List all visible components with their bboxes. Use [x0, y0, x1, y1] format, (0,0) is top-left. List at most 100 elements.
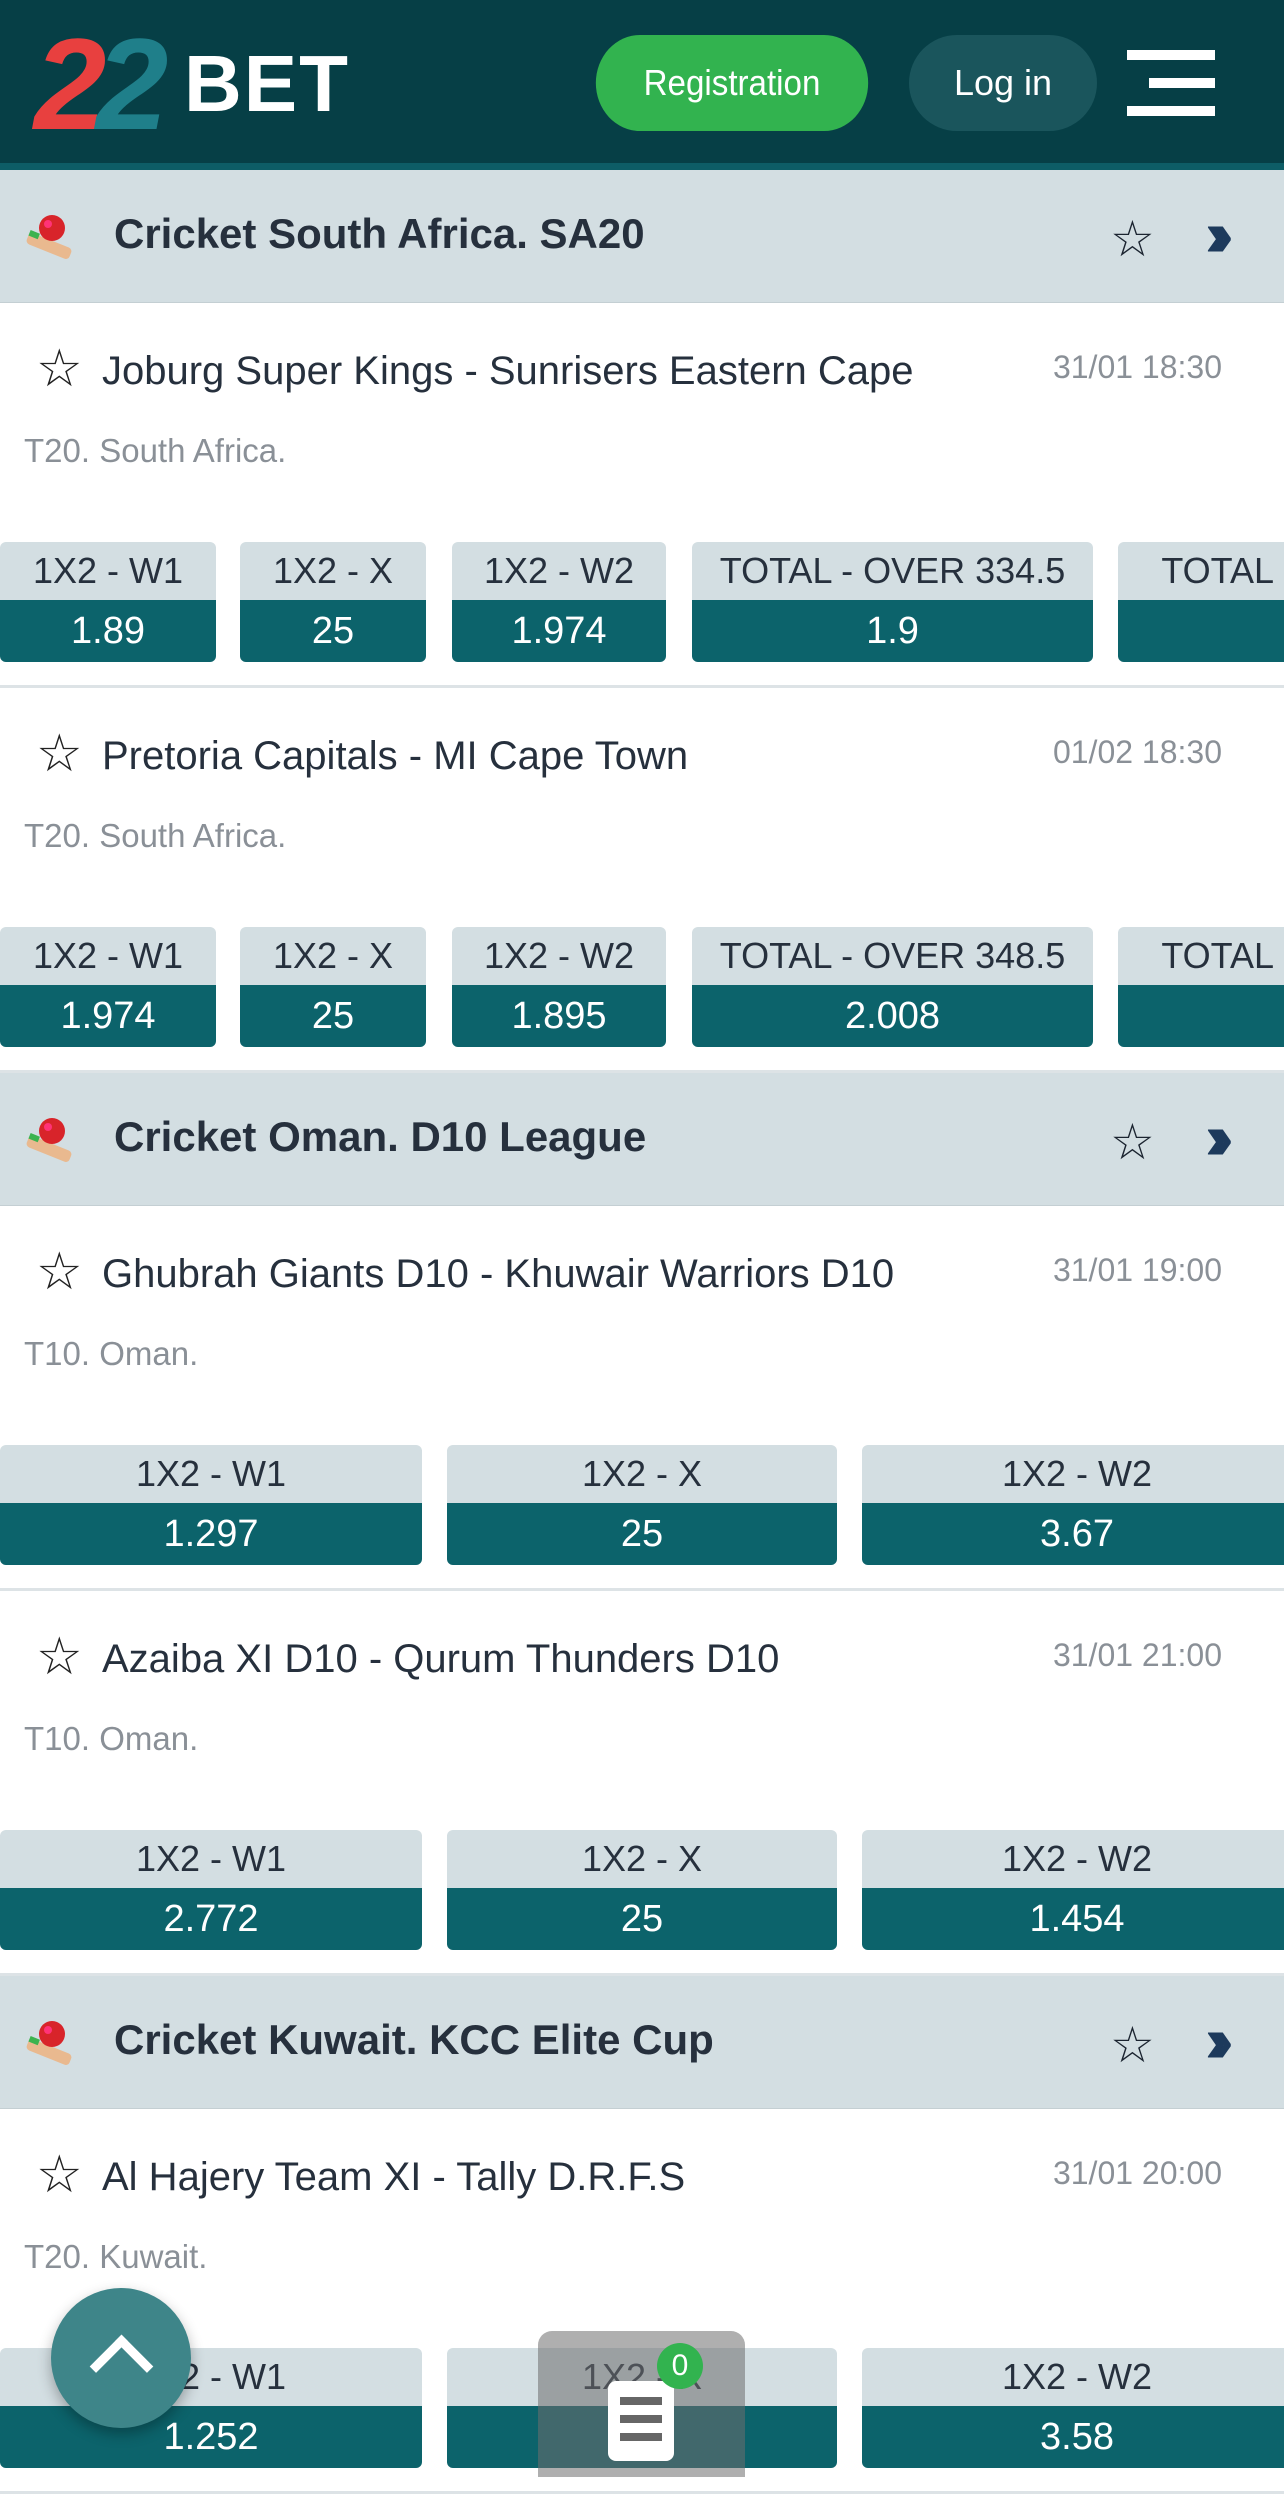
odds-market-label: TOTAL -	[1118, 927, 1284, 985]
odds-market-label: TOTAL -	[1118, 542, 1284, 600]
chevron-double-right-icon[interactable]: ››	[1205, 202, 1233, 266]
odds-value: 25	[447, 1503, 837, 1565]
favorite-star-icon[interactable]: ☆	[36, 728, 83, 780]
odds-market-label: 1X2 - W2	[862, 1830, 1284, 1888]
odds-value: 1.297	[0, 1503, 422, 1565]
odds-row: 1X2 - W1 1.89 1X2 - X 25 1X2 - W2 1.974 TOTAL …	[0, 542, 1284, 662]
odds-value: 3.58	[862, 2406, 1284, 2468]
registration-button[interactable]: Registration	[595, 35, 869, 131]
odds-button[interactable]: TOTAL - OVER 334.5 1.9	[692, 542, 1093, 662]
odds-market-label: 1X2 - W2	[862, 2348, 1284, 2406]
odds-button[interactable]: TOTAL -	[1118, 542, 1284, 662]
login-button[interactable]: Log in	[909, 35, 1097, 131]
odds-market-label: 1X2 - X	[447, 1830, 837, 1888]
match-time: 31/01 21:00	[1052, 1637, 1222, 1673]
odds-button[interactable]: 1X2 - X25	[447, 1445, 837, 1565]
match-time: 31/01 20:00	[1052, 2155, 1222, 2191]
match-teams[interactable]: Ghubrah Giants D10 - Khuwair Warriors D1…	[102, 1250, 894, 1298]
logo-22bet[interactable]: 2 2 BET	[34, 19, 354, 149]
match-teams[interactable]: Pretoria Capitals - MI Cape Town	[102, 732, 688, 780]
match-league: T20. South Africa.	[24, 817, 287, 854]
cricket-icon	[22, 1117, 82, 1167]
match-league: T10. Oman.	[24, 1335, 199, 1372]
odds-button[interactable]: 1X2 - X25	[240, 927, 426, 1047]
odds-value: 1.252	[0, 2406, 422, 2468]
odds-button[interactable]: 1X2 - X25	[240, 542, 426, 662]
match-time: 31/01 19:00	[1052, 1252, 1222, 1288]
match-time: 01/02 18:30	[1052, 734, 1222, 770]
match-row[interactable]: ☆ Pretoria Capitals - MI Cape Town 01/02 1…	[0, 688, 1284, 1073]
odds-button[interactable]: 1X2 - W1 1.297	[0, 1445, 422, 1565]
odds-value: 2.008	[692, 985, 1093, 1047]
match-time: 31/01 18:30	[1052, 349, 1222, 385]
cricket-icon	[22, 214, 82, 264]
odds-row: 1X2 - W1 2.772 1X2 - X 25 1X2 - W2 1.454	[0, 1830, 1284, 1950]
odds-button[interactable]: 1X2 - W1 2.772	[0, 1830, 422, 1950]
section-title: Cricket Kuwait. KCC Elite Cup	[114, 2016, 714, 2063]
odds-value: 1.974	[452, 600, 666, 662]
odds-market-label: 1X2 - X	[447, 1445, 837, 1503]
odds-button[interactable]: 1X2 - W2 1.454	[862, 1830, 1284, 1950]
section-title: Cricket Oman. D10 League	[114, 1113, 647, 1160]
odds-market-label: TOTAL - OVER 348.5	[692, 927, 1093, 985]
section-header[interactable]: Cricket South Africa. SA20 ☆ ››	[0, 170, 1284, 303]
favorite-star-icon[interactable]: ☆	[36, 343, 83, 395]
scroll-to-top-button[interactable]	[51, 2288, 191, 2428]
odds-button[interactable]: 1X2 - W2 3.67	[862, 1445, 1284, 1565]
match-row[interactable]: ☆ Azaiba XI D10 - Qurum Thunders D10 31/01…	[0, 1591, 1284, 1976]
match-league: T20. Kuwait.	[24, 2238, 208, 2275]
favorite-star-icon[interactable]: ☆	[1110, 1117, 1155, 1167]
bet-slip-button[interactable]	[538, 2331, 745, 2477]
top-header: 2 2 BET Registration Log in	[0, 0, 1284, 170]
bet-slip-icon	[608, 2381, 674, 2461]
odds-value: 2.772	[0, 1888, 422, 1950]
match-teams[interactable]: Joburg Super Kings - Sunrisers Eastern C…	[102, 347, 914, 395]
odds-value: 25	[240, 985, 426, 1047]
odds-value: 3.67	[862, 1503, 1284, 1565]
favorite-star-icon[interactable]: ☆	[36, 1631, 83, 1683]
odds-row: 1X2 - W1 1.297 1X2 - X 25 1X2 - W2 3.67	[0, 1445, 1284, 1565]
odds-value	[1118, 600, 1284, 662]
favorite-star-icon[interactable]: ☆	[36, 2149, 83, 2201]
section-header[interactable]: Cricket Kuwait. KCC Elite Cup ☆ ››	[0, 1976, 1284, 2109]
match-row[interactable]: ☆ Joburg Super Kings - Sunrisers Eastern …	[0, 303, 1284, 688]
odds-market-label: 1X2 - W2	[862, 1445, 1284, 1503]
odds-value: 1.895	[452, 985, 666, 1047]
event-list: Cricket South Africa. SA20 ☆ ›› ☆ Joburg Sup…	[0, 170, 1284, 2494]
match-league: T20. South Africa.	[24, 432, 287, 469]
odds-market-label: TOTAL - OVER 334.5	[692, 542, 1093, 600]
odds-button[interactable]: 1X2 - W2 3.58	[862, 2348, 1284, 2468]
odds-button[interactable]: 1X2 - W2 1.895	[452, 927, 666, 1047]
odds-row: 1X2 - W1 1.974 1X2 - X 25 1X2 - W2 1.895 TOTAL…	[0, 927, 1284, 1047]
odds-button[interactable]: 1X2 - X25	[447, 1830, 837, 1950]
section-title: Cricket South Africa. SA20	[114, 210, 645, 257]
hamburger-icon[interactable]	[1127, 50, 1215, 116]
odds-market-label: 1X2 - X	[240, 542, 426, 600]
match-teams[interactable]: Azaiba XI D10 - Qurum Thunders D10	[102, 1635, 779, 1683]
chevron-double-right-icon[interactable]: ››	[1205, 1105, 1233, 1169]
odds-value: 1.89	[0, 600, 216, 662]
favorite-star-icon[interactable]: ☆	[36, 1246, 83, 1298]
odds-button[interactable]: 1X2 - W2 1.974	[452, 542, 666, 662]
odds-button[interactable]: 1X2 - W1 1.89	[0, 542, 216, 662]
favorite-star-icon[interactable]: ☆	[1110, 2020, 1155, 2070]
match-row[interactable]: ☆ Ghubrah Giants D10 - Khuwair Warriors D…	[0, 1206, 1284, 1591]
odds-market-label: 1X2 - W2	[452, 542, 666, 600]
odds-market-label: 1X2 - W1	[0, 1445, 422, 1503]
odds-value: 1.454	[862, 1888, 1284, 1950]
odds-value: 1.9	[692, 600, 1093, 662]
match-league: T10. Oman.	[24, 1720, 199, 1757]
odds-market-label: 1X2 - W2	[452, 927, 666, 985]
odds-value: 25	[240, 600, 426, 662]
match-teams[interactable]: Al Hajery Team XI - Tally D.R.F.S	[102, 2153, 685, 2201]
odds-market-label: 1X2 - W1	[0, 927, 216, 985]
odds-button[interactable]: TOTAL -	[1118, 927, 1284, 1047]
favorite-star-icon[interactable]: ☆	[1110, 214, 1155, 264]
chevron-double-right-icon[interactable]: ››	[1205, 2008, 1233, 2072]
odds-market-label: 1X2 - X	[240, 927, 426, 985]
odds-value	[1118, 985, 1284, 1047]
odds-value: 1.974	[0, 985, 216, 1047]
odds-button[interactable]: TOTAL - OVER 348.5 2.008	[692, 927, 1093, 1047]
odds-button[interactable]: 1X2 - W1 1.974	[0, 927, 216, 1047]
section-header[interactable]: Cricket Oman. D10 League ☆ ››	[0, 1073, 1284, 1206]
